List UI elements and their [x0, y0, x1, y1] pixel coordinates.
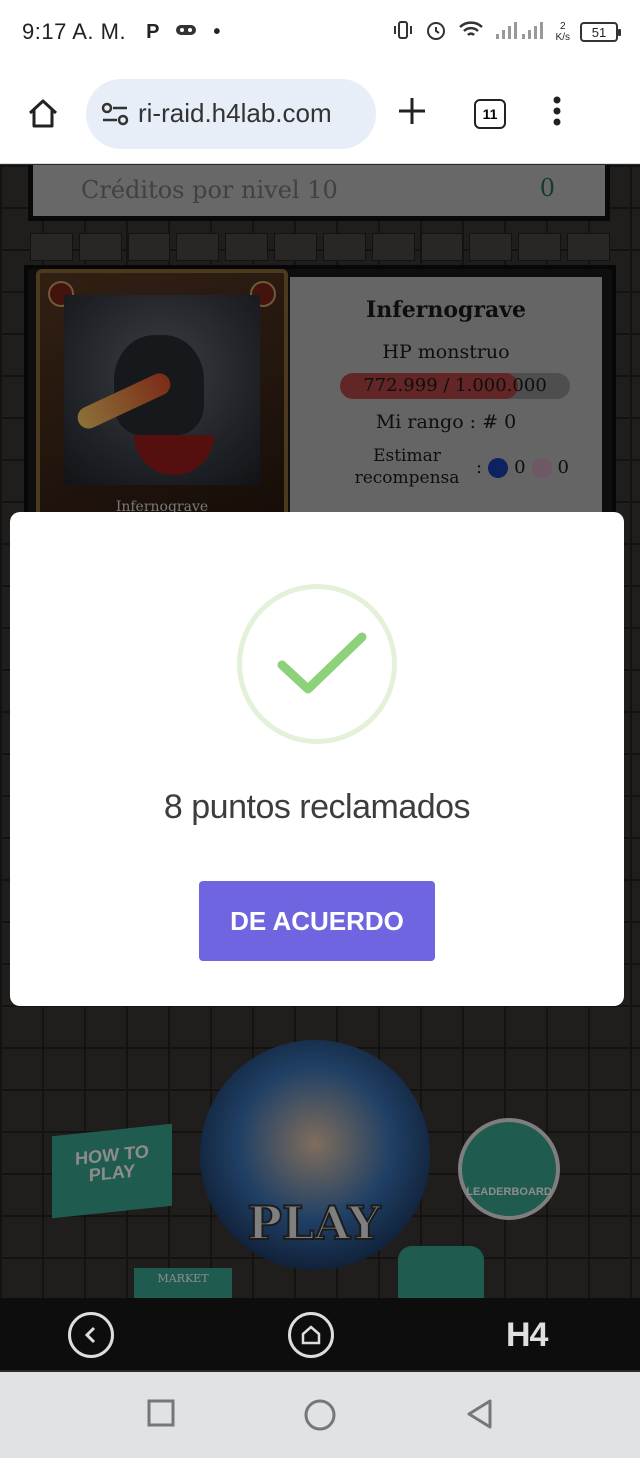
gamepad-icon	[175, 21, 197, 44]
success-icon	[237, 584, 397, 744]
alarm-icon	[424, 18, 448, 47]
android-nav-bar	[0, 1372, 640, 1458]
status-time: 9:17 A. M.	[22, 19, 127, 44]
home-button[interactable]	[0, 96, 86, 132]
vibrate-icon	[392, 19, 414, 46]
address-bar[interactable]: ri-raid.h4lab.com	[86, 78, 376, 149]
new-tab-button[interactable]	[396, 95, 428, 132]
home-icon	[28, 99, 58, 127]
game-home-button[interactable]	[288, 1312, 334, 1358]
success-dialog: 8 puntos reclamados DE ACUERDO	[10, 512, 624, 1006]
triangle-back-icon	[467, 1399, 492, 1429]
chevron-left-icon	[84, 1326, 96, 1344]
android-back-button[interactable]	[464, 1398, 496, 1435]
confirm-button[interactable]: DE ACUERDO	[199, 881, 435, 961]
dialog-title: 8 puntos reclamados	[163, 788, 471, 826]
square-icon	[147, 1399, 175, 1427]
h4-logo: H4	[506, 1316, 548, 1354]
tab-switcher-button[interactable]: 11	[474, 98, 506, 129]
recents-button[interactable]	[146, 1398, 176, 1433]
signal-icon	[494, 20, 546, 45]
browser-toolbar: ri-raid.h4lab.com 11	[0, 64, 640, 164]
status-bar: 9:17 A. M. P • 2 K/s 51	[0, 0, 640, 64]
plus-icon	[399, 98, 425, 124]
checkmark-icon	[277, 632, 367, 694]
circle-icon	[304, 1399, 336, 1431]
battery-icon: 51	[580, 22, 621, 42]
home-icon	[301, 1325, 321, 1345]
parking-icon: P	[146, 20, 160, 43]
menu-button[interactable]	[552, 95, 562, 132]
back-button[interactable]	[68, 1312, 114, 1358]
notification-dot-icon: •	[213, 20, 221, 43]
url-text: ri-raid.h4lab.com	[138, 98, 332, 128]
android-home-button[interactable]	[303, 1398, 337, 1437]
site-settings-icon[interactable]	[100, 101, 130, 127]
more-vert-icon	[553, 96, 561, 126]
net-speed: 2 K/s	[555, 21, 570, 43]
game-bottom-nav: H4	[0, 1298, 640, 1370]
wifi-icon	[458, 20, 484, 45]
